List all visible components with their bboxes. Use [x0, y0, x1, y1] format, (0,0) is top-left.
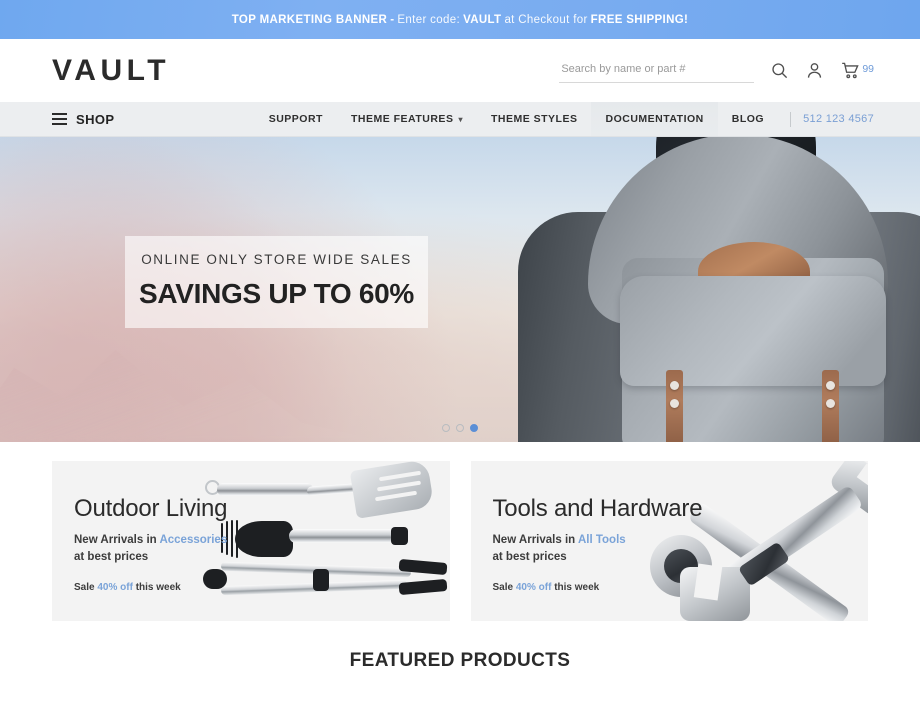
backpack-rivet [670, 399, 679, 408]
nav-divider [790, 111, 792, 127]
promo-sub-prefix: New Arrivals in [74, 534, 157, 546]
hero-carousel: ONLINE ONLY STORE WIDE SALES SAVINGS UP … [0, 137, 920, 442]
promo-card-text: Outdoor Living New Arrivals in Accessori… [52, 461, 450, 593]
banner-dash: - [390, 13, 395, 26]
banner-lead: TOP MARKETING BANNER [231, 13, 388, 26]
banner-offer: FREE SHIPPING! [590, 13, 689, 26]
cart-button[interactable]: 99 [840, 61, 874, 80]
nav-item-blog[interactable]: BLOG [718, 102, 778, 136]
backpack-flap [620, 276, 886, 386]
promo-card-outdoor-living[interactable]: Outdoor Living New Arrivals in Accessori… [52, 461, 450, 621]
nav-links: SUPPORT THEME FEATURES ▾ THEME STYLES DO… [255, 102, 874, 136]
nav-label: THEME STYLES [490, 113, 578, 125]
hero-title: SAVINGS UP TO 60% [139, 278, 414, 309]
promo-subtitle: New Arrivals in Accessories at best pric… [74, 532, 450, 565]
promo-sale-suffix: this week [554, 582, 600, 594]
main-navigation: SHOP SUPPORT THEME FEATURES ▾ THEME STYL… [0, 102, 920, 137]
search-input[interactable] [559, 58, 755, 83]
hero-kicker: ONLINE ONLY STORE WIDE SALES [141, 252, 412, 267]
promo-subtitle: New Arrivals in All Tools at best prices [493, 532, 869, 565]
nav-label: SUPPORT [268, 113, 323, 125]
promo-sale-suffix: this week [135, 582, 181, 594]
nav-label: BLOG [731, 113, 765, 125]
backpack-rivet [826, 399, 835, 408]
promo-sale-prefix: Sale [74, 582, 95, 594]
carousel-dots [0, 424, 920, 432]
hero-promo-panel: ONLINE ONLY STORE WIDE SALES SAVINGS UP … [125, 236, 428, 328]
promo-sub-suffix: at best prices [492, 550, 567, 563]
promo-sale-percent: 40% off [515, 582, 552, 594]
promo-category-link[interactable]: Accessories [159, 534, 227, 546]
banner-promo-code: VAULT [463, 13, 502, 26]
promo-sub-suffix: at best prices [74, 550, 149, 563]
promo-sale-prefix: Sale [492, 582, 514, 594]
shop-menu-button[interactable]: SHOP [52, 112, 114, 127]
header-actions: 99 [559, 58, 874, 83]
banner-text-2: at Checkout for [504, 13, 588, 26]
promo-cards-row: Outdoor Living New Arrivals in Accessori… [0, 442, 920, 621]
shop-label: SHOP [76, 111, 115, 127]
nav-item-theme-features[interactable]: THEME FEATURES ▾ [337, 102, 477, 136]
promo-sale-line: Sale 40% off this week [493, 582, 869, 593]
promo-title: Outdoor Living [74, 495, 228, 522]
nav-label: DOCUMENTATION [605, 113, 704, 125]
phone-number[interactable]: 512 123 4567 [803, 113, 874, 125]
promo-category-link[interactable]: All Tools [578, 534, 626, 546]
featured-products-heading: FEATURED PRODUCTS [349, 650, 571, 671]
promo-title: Tools and Hardware [492, 495, 703, 522]
hamburger-icon [52, 113, 67, 125]
backpack-rivet [826, 381, 835, 390]
carousel-dot-3[interactable] [470, 424, 478, 432]
banner-text-1: Enter code: [397, 13, 461, 26]
carousel-dot-1[interactable] [442, 424, 450, 432]
promo-sale-percent: 40% off [97, 582, 133, 594]
nav-item-support[interactable]: SUPPORT [255, 102, 337, 136]
carousel-dot-2[interactable] [456, 424, 464, 432]
promo-card-tools-hardware[interactable]: Tools and Hardware New Arrivals in All T… [470, 461, 869, 621]
search-icon[interactable] [770, 61, 789, 80]
search-container [559, 58, 755, 83]
user-icon[interactable] [805, 61, 824, 80]
chevron-down-icon: ▾ [458, 114, 463, 124]
site-logo[interactable]: VAULT [52, 54, 170, 88]
nav-label: THEME FEATURES [350, 113, 454, 125]
backpacker-photo [460, 137, 920, 442]
promo-sub-prefix: New Arrivals in [492, 534, 576, 546]
promo-card-text: Tools and Hardware New Arrivals in All T… [471, 461, 869, 593]
top-marketing-banner: TOP MARKETING BANNER - Enter code: VAULT… [0, 0, 920, 39]
cart-count-badge: 99 [862, 62, 874, 75]
backpack-rivet [670, 381, 679, 390]
site-header: VAULT 99 [0, 39, 920, 102]
promo-sale-line: Sale 40% off this week [74, 582, 450, 593]
nav-item-documentation[interactable]: DOCUMENTATION [591, 102, 718, 136]
nav-item-theme-styles[interactable]: THEME STYLES [477, 102, 592, 136]
